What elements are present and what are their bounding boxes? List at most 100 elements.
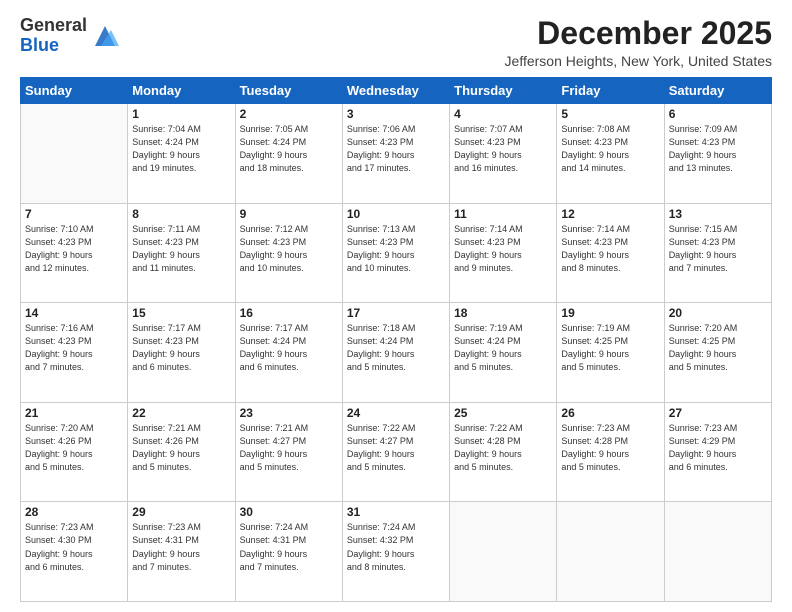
- day-number: 3: [347, 107, 445, 121]
- table-cell: 8 Sunrise: 7:11 AMSunset: 4:23 PMDaylight…: [128, 203, 235, 303]
- table-cell: 14 Sunrise: 7:16 AMSunset: 4:23 PMDayligh…: [21, 303, 128, 403]
- table-cell: 30 Sunrise: 7:24 AMSunset: 4:31 PMDayligh…: [235, 502, 342, 602]
- day-number: 30: [240, 505, 338, 519]
- day-number: 22: [132, 406, 230, 420]
- day-info: Sunrise: 7:15 AMSunset: 4:23 PMDaylight:…: [669, 223, 767, 275]
- table-cell: 7 Sunrise: 7:10 AMSunset: 4:23 PMDaylight…: [21, 203, 128, 303]
- day-number: 7: [25, 207, 123, 221]
- table-cell: 21Sunrise: 7:20 AMSunset: 4:26 PMDayligh…: [21, 402, 128, 502]
- day-info: Sunrise: 7:11 AMSunset: 4:23 PMDaylight:…: [132, 223, 230, 275]
- day-info: Sunrise: 7:10 AMSunset: 4:23 PMDaylight:…: [25, 223, 123, 275]
- day-number: 26: [561, 406, 659, 420]
- col-wednesday: Wednesday: [342, 78, 449, 104]
- table-cell: 13 Sunrise: 7:15 AMSunset: 4:23 PMDayligh…: [664, 203, 771, 303]
- logo-general: General: [20, 15, 87, 35]
- week-row-1: 1 Sunrise: 7:04 AMSunset: 4:24 PMDaylight…: [21, 104, 772, 204]
- day-info: Sunrise: 7:22 AMSunset: 4:28 PMDaylight:…: [454, 422, 552, 474]
- week-row-2: 7 Sunrise: 7:10 AMSunset: 4:23 PMDaylight…: [21, 203, 772, 303]
- col-thursday: Thursday: [450, 78, 557, 104]
- table-cell: 25 Sunrise: 7:22 AMSunset: 4:28 PMDayligh…: [450, 402, 557, 502]
- day-info: Sunrise: 7:18 AMSunset: 4:24 PMDaylight:…: [347, 322, 445, 374]
- day-number: 27: [669, 406, 767, 420]
- day-info: Sunrise: 7:14 AMSunset: 4:23 PMDaylight:…: [454, 223, 552, 275]
- table-cell: 26 Sunrise: 7:23 AMSunset: 4:28 PMDayligh…: [557, 402, 664, 502]
- calendar-table: Sunday Monday Tuesday Wednesday Thursday…: [20, 77, 772, 602]
- logo-text: General Blue: [20, 16, 87, 56]
- logo-blue: Blue: [20, 35, 59, 55]
- header: General Blue December 2025 Jefferson Hei…: [20, 16, 772, 69]
- day-number: 9: [240, 207, 338, 221]
- day-info: Sunrise: 7:17 AMSunset: 4:23 PMDaylight:…: [132, 322, 230, 374]
- day-info: Sunrise: 7:17 AMSunset: 4:24 PMDaylight:…: [240, 322, 338, 374]
- month-title: December 2025: [505, 16, 772, 51]
- day-number: 20: [669, 306, 767, 320]
- table-cell: 17Sunrise: 7:18 AMSunset: 4:24 PMDayligh…: [342, 303, 449, 403]
- table-cell: 27Sunrise: 7:23 AMSunset: 4:29 PMDayligh…: [664, 402, 771, 502]
- table-cell: 12 Sunrise: 7:14 AMSunset: 4:23 PMDayligh…: [557, 203, 664, 303]
- day-info: Sunrise: 7:19 AMSunset: 4:25 PMDaylight:…: [561, 322, 659, 374]
- table-cell: 3 Sunrise: 7:06 AMSunset: 4:23 PMDaylight…: [342, 104, 449, 204]
- day-number: 19: [561, 306, 659, 320]
- day-info: Sunrise: 7:21 AMSunset: 4:26 PMDaylight:…: [132, 422, 230, 474]
- day-number: 8: [132, 207, 230, 221]
- day-number: 24: [347, 406, 445, 420]
- table-cell: 23 Sunrise: 7:21 AMSunset: 4:27 PMDayligh…: [235, 402, 342, 502]
- day-number: 2: [240, 107, 338, 121]
- day-info: Sunrise: 7:20 AMSunset: 4:25 PMDaylight:…: [669, 322, 767, 374]
- day-number: 28: [25, 505, 123, 519]
- week-row-5: 28 Sunrise: 7:23 AMSunset: 4:30 PMDayligh…: [21, 502, 772, 602]
- day-info: Sunrise: 7:06 AMSunset: 4:23 PMDaylight:…: [347, 123, 445, 175]
- day-number: 25: [454, 406, 552, 420]
- day-info: Sunrise: 7:14 AMSunset: 4:23 PMDaylight:…: [561, 223, 659, 275]
- logo-icon: [91, 22, 119, 50]
- table-cell: 5Sunrise: 7:08 AMSunset: 4:23 PMDaylight…: [557, 104, 664, 204]
- day-number: 15: [132, 306, 230, 320]
- day-number: 11: [454, 207, 552, 221]
- day-info: Sunrise: 7:07 AMSunset: 4:23 PMDaylight:…: [454, 123, 552, 175]
- day-info: Sunrise: 7:04 AMSunset: 4:24 PMDaylight:…: [132, 123, 230, 175]
- week-row-3: 14 Sunrise: 7:16 AMSunset: 4:23 PMDayligh…: [21, 303, 772, 403]
- day-number: 10: [347, 207, 445, 221]
- day-number: 14: [25, 306, 123, 320]
- table-cell: 29Sunrise: 7:23 AMSunset: 4:31 PMDayligh…: [128, 502, 235, 602]
- location: Jefferson Heights, New York, United Stat…: [505, 53, 772, 69]
- day-number: 18: [454, 306, 552, 320]
- title-block: December 2025 Jefferson Heights, New Yor…: [505, 16, 772, 69]
- page: General Blue December 2025 Jefferson Hei…: [0, 0, 792, 612]
- table-cell: 9 Sunrise: 7:12 AMSunset: 4:23 PMDaylight…: [235, 203, 342, 303]
- day-number: 6: [669, 107, 767, 121]
- day-info: Sunrise: 7:16 AMSunset: 4:23 PMDaylight:…: [25, 322, 123, 374]
- table-cell: 24 Sunrise: 7:22 AMSunset: 4:27 PMDayligh…: [342, 402, 449, 502]
- col-saturday: Saturday: [664, 78, 771, 104]
- day-info: Sunrise: 7:12 AMSunset: 4:23 PMDaylight:…: [240, 223, 338, 275]
- table-cell: 10 Sunrise: 7:13 AMSunset: 4:23 PMDayligh…: [342, 203, 449, 303]
- table-cell: 18Sunrise: 7:19 AMSunset: 4:24 PMDayligh…: [450, 303, 557, 403]
- day-number: 1: [132, 107, 230, 121]
- day-info: Sunrise: 7:21 AMSunset: 4:27 PMDaylight:…: [240, 422, 338, 474]
- table-cell: 31Sunrise: 7:24 AMSunset: 4:32 PMDayligh…: [342, 502, 449, 602]
- day-number: 16: [240, 306, 338, 320]
- day-number: 4: [454, 107, 552, 121]
- table-cell: [664, 502, 771, 602]
- day-number: 31: [347, 505, 445, 519]
- day-number: 29: [132, 505, 230, 519]
- day-number: 13: [669, 207, 767, 221]
- table-cell: 28 Sunrise: 7:23 AMSunset: 4:30 PMDayligh…: [21, 502, 128, 602]
- day-number: 12: [561, 207, 659, 221]
- day-info: Sunrise: 7:22 AMSunset: 4:27 PMDaylight:…: [347, 422, 445, 474]
- table-cell: 6Sunrise: 7:09 AMSunset: 4:23 PMDaylight…: [664, 104, 771, 204]
- col-friday: Friday: [557, 78, 664, 104]
- logo: General Blue: [20, 16, 119, 56]
- table-cell: [21, 104, 128, 204]
- col-tuesday: Tuesday: [235, 78, 342, 104]
- day-info: Sunrise: 7:13 AMSunset: 4:23 PMDaylight:…: [347, 223, 445, 275]
- table-cell: 22 Sunrise: 7:21 AMSunset: 4:26 PMDayligh…: [128, 402, 235, 502]
- table-cell: 19 Sunrise: 7:19 AMSunset: 4:25 PMDayligh…: [557, 303, 664, 403]
- day-number: 23: [240, 406, 338, 420]
- col-sunday: Sunday: [21, 78, 128, 104]
- day-info: Sunrise: 7:24 AMSunset: 4:31 PMDaylight:…: [240, 521, 338, 573]
- day-info: Sunrise: 7:23 AMSunset: 4:28 PMDaylight:…: [561, 422, 659, 474]
- day-info: Sunrise: 7:23 AMSunset: 4:30 PMDaylight:…: [25, 521, 123, 573]
- week-row-4: 21Sunrise: 7:20 AMSunset: 4:26 PMDayligh…: [21, 402, 772, 502]
- table-cell: 2Sunrise: 7:05 AMSunset: 4:24 PMDaylight…: [235, 104, 342, 204]
